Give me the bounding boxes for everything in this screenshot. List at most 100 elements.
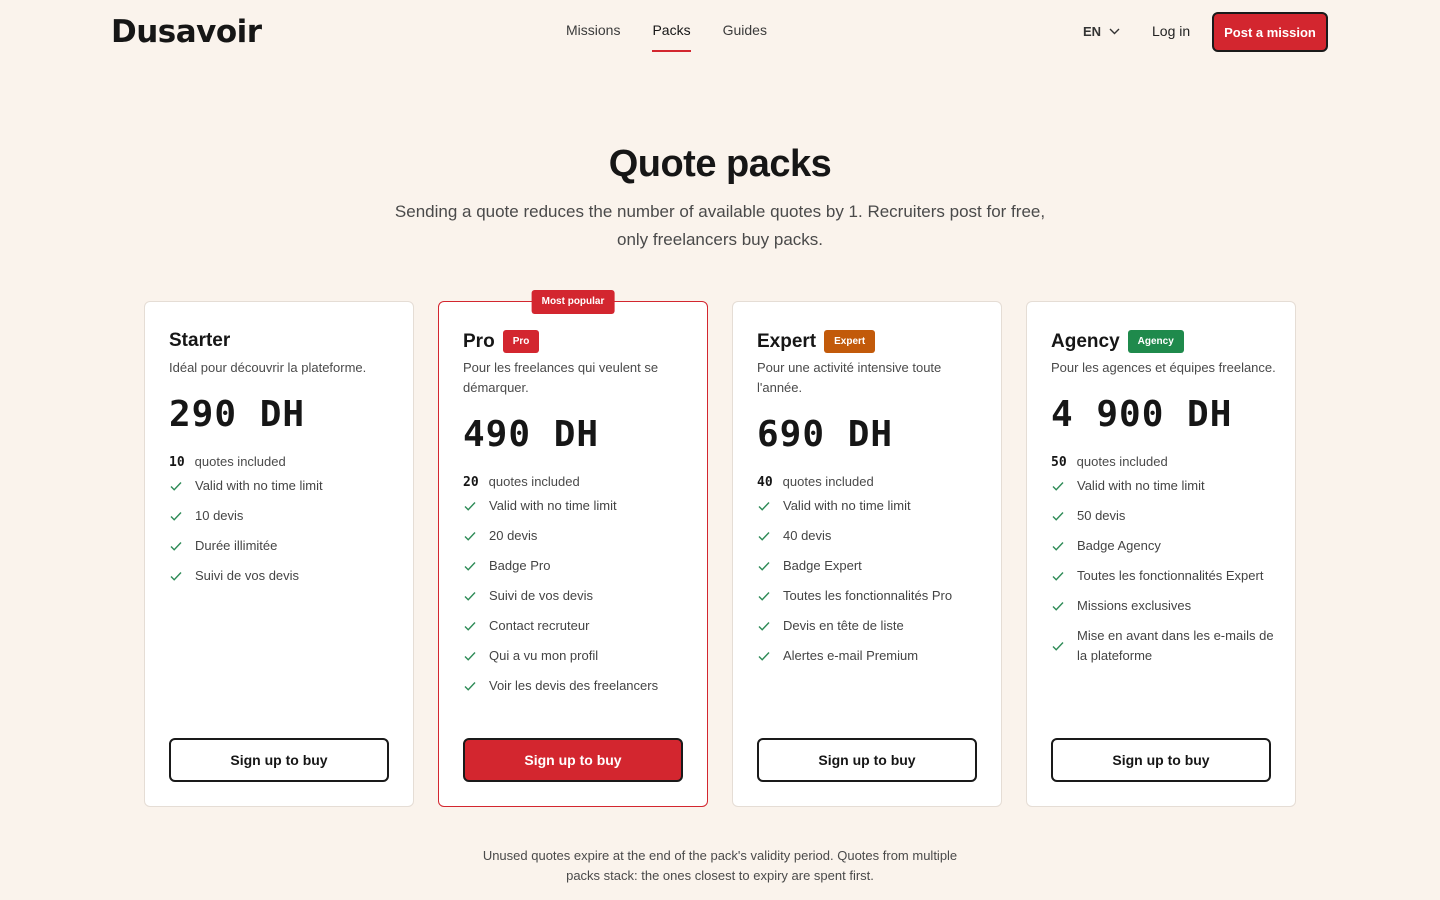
check-icon [464,532,476,541]
feature-item: Valid with no time limit [757,496,982,516]
check-icon [758,622,770,631]
feature-text: Valid with no time limit [195,478,323,493]
pack-price: 4 900 DH [1051,394,1233,435]
pack-name: Expert [757,330,817,352]
quotes-included: 50 quotes included [1051,454,1168,470]
feature-list: Valid with no time limit 40 devis Badge Ex… [757,496,982,676]
feature-text: Contact recruteur [489,618,590,633]
check-icon [758,532,770,541]
feature-text: Valid with no time limit [783,498,911,513]
quotes-included: 20 quotes included [463,474,580,490]
check-icon [1052,542,1064,551]
feature-text: Valid with no time limit [1077,478,1205,493]
check-icon [758,562,770,571]
login-link[interactable]: Log in [1152,23,1190,39]
check-icon [464,652,476,661]
feature-text: Mise en avant dans les e-mails de la pla… [1077,628,1274,663]
feature-list: Valid with no time limit 50 devis Badge Ag… [1051,476,1276,676]
feature-item: Toutes les fonctionnalités Expert [1051,566,1276,586]
check-icon [464,682,476,691]
feature-list: Valid with no time limit 10 devis Durée il… [169,476,394,596]
sign-up-to-buy-button[interactable]: Sign up to buy [169,738,389,782]
popular-badge: Most popular [531,290,615,314]
site-header: Dusavoir Missions Packs Guides EN Log in… [0,0,1440,64]
feature-item: Devis en tête de liste [757,616,982,636]
check-icon [170,542,182,551]
feature-text: Devis en tête de liste [783,618,904,633]
feature-item: Missions exclusives [1051,596,1276,616]
nav-item-packs[interactable]: Packs [652,22,691,52]
language-label: EN [1083,24,1102,39]
sign-up-to-buy-button[interactable]: Sign up to buy [1051,738,1271,782]
pack-description: Pour les freelances qui veulent se démar… [463,360,659,395]
pack-badge: Expert [824,330,876,353]
post-mission-button[interactable]: Post a mission [1212,12,1328,52]
feature-item: Suivi de vos devis [169,566,394,586]
quotes-label: quotes included [1076,454,1168,469]
feature-item: Voir les devis des freelancers [463,676,688,696]
sign-up-to-buy-button[interactable]: Sign up to buy [757,738,977,782]
check-icon [170,482,182,491]
page-title: Quote packs [608,143,832,185]
feature-item: 10 devis [169,506,394,526]
sign-up-to-buy-button[interactable]: Sign up to buy [463,738,683,782]
pricing-card-pro: Most popular Pro Pro Pour les freelances … [438,290,708,807]
check-icon [1052,602,1064,611]
feature-item: Suivi de vos devis [463,586,688,606]
feature-text: Suivi de vos devis [195,568,300,583]
feature-item: Durée illimitée [169,536,394,556]
page-subtitle: Sending a quote reduces the number of av… [394,202,1046,249]
quotes-included: 40 quotes included [757,474,874,490]
pricing-card-starter: Starter Idéal pour découvrir la platefor… [144,301,414,807]
quotes-count: 20 [463,475,479,490]
pack-price: 490 DH [463,414,600,455]
logo[interactable]: Dusavoir [111,14,262,50]
main-nav: Missions Packs Guides [566,22,767,52]
check-icon [1052,642,1064,651]
check-icon [464,622,476,631]
quotes-included: 10 quotes included [169,454,286,470]
check-icon [1052,482,1064,491]
feature-text: 40 devis [783,528,832,543]
feature-text: Badge Agency [1077,538,1161,553]
feature-item: Toutes les fonctionnalités Pro [757,586,982,606]
check-icon [170,512,182,521]
check-icon [758,652,770,661]
feature-text: Voir les devis des freelancers [489,678,659,693]
language-selector[interactable]: EN [1083,24,1120,39]
feature-text: Qui a vu mon profil [489,648,599,663]
feature-text: Missions exclusives [1077,598,1192,613]
pack-price: 690 DH [757,414,894,455]
pack-description: Pour les agences et équipes freelance. [1051,360,1276,375]
check-icon [170,572,182,581]
feature-text: Durée illimitée [195,538,278,553]
pack-description: Idéal pour découvrir la plateforme. [169,360,367,375]
quotes-label: quotes included [782,474,874,489]
feature-item: Alertes e-mail Premium [757,646,982,666]
pack-name: Starter [169,330,231,351]
quotes-count: 10 [169,455,185,470]
quotes-count: 50 [1051,455,1067,470]
nav-item-missions[interactable]: Missions [566,22,620,52]
check-icon [1052,512,1064,521]
check-icon [464,502,476,511]
feature-text: Suivi de vos devis [489,588,594,603]
feature-text: Valid with no time limit [489,498,617,513]
check-icon [464,562,476,571]
check-icon [464,592,476,601]
feature-item: Valid with no time limit [1051,476,1276,496]
pack-badge: Pro [502,330,540,353]
feature-text: Toutes les fonctionnalités Expert [1077,568,1264,583]
feature-item: 40 devis [757,526,982,546]
feature-item: 50 devis [1051,506,1276,526]
nav-item-guides[interactable]: Guides [723,22,767,52]
feature-item: Qui a vu mon profil [463,646,688,666]
feature-text: 10 devis [195,508,244,523]
feature-text: 20 devis [489,528,538,543]
chevron-down-icon [1109,28,1120,35]
quotes-label: quotes included [488,474,580,489]
check-icon [758,592,770,601]
feature-item: Valid with no time limit [463,496,688,516]
feature-text: Toutes les fonctionnalités Pro [783,588,953,603]
pack-name: Agency [1051,330,1120,352]
